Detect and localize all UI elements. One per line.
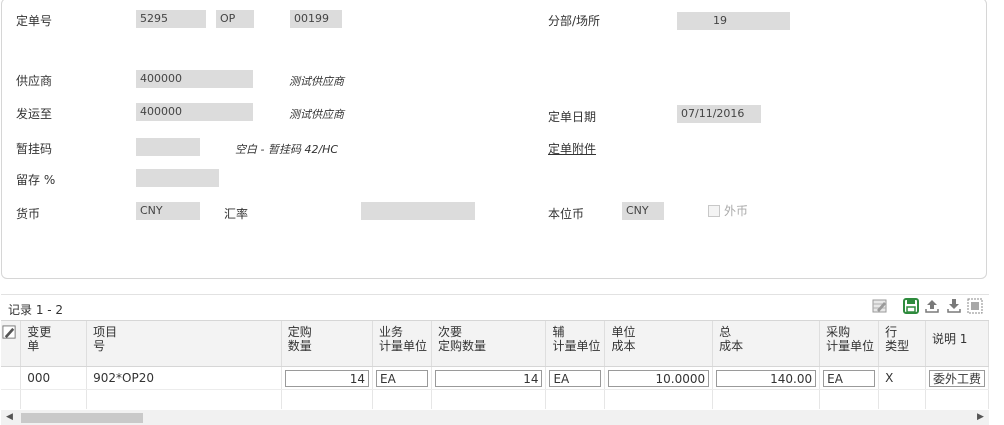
cell-unit-cost[interactable]: 10.0000 [608, 369, 710, 387]
currency-field[interactable]: CNY [136, 202, 200, 220]
upload-icon[interactable] [924, 298, 940, 314]
cell-quantity-wrap: 14 [281, 366, 374, 390]
scroll-left-icon[interactable]: ◀ [6, 412, 13, 422]
pencil-grid-icon[interactable] [872, 298, 888, 314]
cell-line-type[interactable]: X [878, 366, 926, 390]
col-extended-cost[interactable]: 总成本 [712, 321, 821, 367]
cell-purchasing-uom-wrap: EA [819, 366, 880, 390]
grid-header-row: 变更单 项目号 定购 数量 业务 计量单位 次要 定购数量 辅计量单位 单位 成本 总成… [1, 321, 989, 367]
empty-cell[interactable] [86, 389, 282, 409]
cell-item-number[interactable]: 902*OP20 [86, 366, 282, 390]
save-icon[interactable] [903, 298, 919, 314]
foreign-currency-label: 外币 [724, 204, 749, 218]
scrollbar-thumb[interactable] [21, 413, 143, 423]
order-attachments-link[interactable]: 定单附件 [548, 140, 596, 157]
order-date-field[interactable]: 07/11/2016 [677, 105, 761, 123]
cell-uom[interactable]: EA [376, 369, 429, 387]
cell-secondary-qty[interactable]: 14 [435, 369, 543, 387]
foreign-currency-toggle[interactable]: 外币 [708, 202, 748, 219]
empty-cell[interactable] [372, 389, 433, 409]
empty-cell[interactable] [925, 389, 989, 409]
empty-cell[interactable] [604, 389, 714, 409]
empty-cell[interactable] [712, 389, 821, 409]
order-date-label: 定单日期 [548, 110, 597, 124]
supplier-label: 供应商 [16, 74, 53, 88]
retainage-field[interactable] [136, 169, 219, 187]
exchange-rate-label: 汇率 [224, 207, 249, 221]
cell-unit-cost-wrap: 10.0000 [604, 366, 714, 390]
branch-label: 分部/场所 [548, 14, 601, 28]
empty-cell[interactable] [819, 389, 880, 409]
table-row[interactable] [1, 389, 989, 409]
cell-extended-cost-wrap: 140.00 [712, 366, 821, 390]
vertical-scroll-track [989, 0, 1004, 425]
col-item-number[interactable]: 项目号 [86, 321, 282, 367]
ship-to-label: 发运至 [16, 107, 53, 121]
records-count: 记录 1 - 2 [8, 303, 64, 317]
cell-secondary-uom[interactable]: EA [549, 369, 602, 387]
hold-code-label: 暂挂码 [16, 142, 53, 156]
col-change-order[interactable]: 变更单 [20, 321, 88, 367]
row-selector[interactable] [1, 389, 22, 409]
ship-to-name: 测试供应商 [289, 108, 344, 121]
empty-cell[interactable] [20, 389, 88, 409]
order-number-label: 定单号 [16, 14, 53, 28]
expand-icon[interactable] [967, 298, 983, 314]
order-header-panel: 定单号 5295 OP 00199 分部/场所 19 供应商 400000 测试… [1, 0, 987, 279]
currency-label: 货币 [16, 207, 41, 221]
download-icon[interactable] [946, 298, 962, 314]
cell-description[interactable]: 委外工费 [928, 369, 985, 387]
retainage-label: 留存 % [16, 173, 56, 187]
base-currency-field[interactable]: CNY [622, 202, 664, 220]
cell-secondary-qty-wrap: 14 [431, 366, 547, 390]
cell-extended-cost[interactable]: 140.00 [716, 369, 817, 387]
col-quantity[interactable]: 定购 数量 [281, 321, 374, 367]
col-description[interactable]: 说明 1 [925, 321, 989, 367]
base-currency-label: 本位币 [548, 207, 585, 221]
cell-uom-wrap: EA [372, 366, 433, 390]
cell-change-order[interactable]: 000 [20, 366, 88, 390]
order-type-field[interactable]: OP [216, 10, 254, 28]
scroll-right-icon[interactable]: ▶ [977, 412, 984, 422]
attachment-edit-icon[interactable] [2, 325, 17, 340]
row-header-cell[interactable] [1, 321, 22, 367]
ship-to-field[interactable]: 400000 [136, 103, 253, 121]
col-secondary-qty[interactable]: 次要 定购数量 [431, 321, 547, 367]
order-lines-grid: 变更单 项目号 定购 数量 业务 计量单位 次要 定购数量 辅计量单位 单位 成本 总成… [1, 320, 989, 409]
col-uom[interactable]: 业务 计量单位 [372, 321, 433, 367]
hold-code-field[interactable] [136, 138, 200, 156]
supplier-name: 测试供应商 [289, 75, 344, 88]
exchange-rate-field[interactable] [361, 202, 475, 220]
table-row[interactable]: 000 902*OP20 14 EA 14 EA 10.0000 140.00 … [1, 366, 989, 390]
col-purchasing-uom[interactable]: 采购 计量单位 [819, 321, 880, 367]
order-lines-table: 变更单 项目号 定购 数量 业务 计量单位 次要 定购数量 辅计量单位 单位 成本 总成… [1, 321, 989, 409]
col-unit-cost[interactable]: 单位 成本 [604, 321, 714, 367]
empty-cell[interactable] [545, 389, 606, 409]
grid-toolbar: 记录 1 - 2 [1, 294, 989, 321]
cell-quantity[interactable]: 14 [284, 369, 370, 387]
horizontal-scrollbar[interactable]: ◀ ▶ [1, 410, 989, 425]
cell-purchasing-uom[interactable]: EA [823, 369, 876, 387]
hold-code-desc: 空白 - 暂挂码 42/HC [235, 143, 339, 156]
col-secondary-uom[interactable]: 辅计量单位 [545, 321, 606, 367]
row-selector[interactable] [1, 366, 22, 390]
order-company-field[interactable]: 00199 [290, 10, 342, 28]
cell-description-wrap: 委外工费 [925, 366, 989, 390]
foreign-currency-checkbox[interactable] [708, 204, 720, 217]
col-line-type[interactable]: 行类型 [878, 321, 926, 367]
order-number-field[interactable]: 5295 [136, 10, 206, 28]
supplier-field[interactable]: 400000 [136, 70, 253, 88]
empty-cell[interactable] [431, 389, 547, 409]
cell-secondary-uom-wrap: EA [545, 366, 606, 390]
branch-field[interactable]: 19 [677, 12, 790, 30]
empty-cell[interactable] [281, 389, 374, 409]
empty-cell[interactable] [878, 389, 926, 409]
